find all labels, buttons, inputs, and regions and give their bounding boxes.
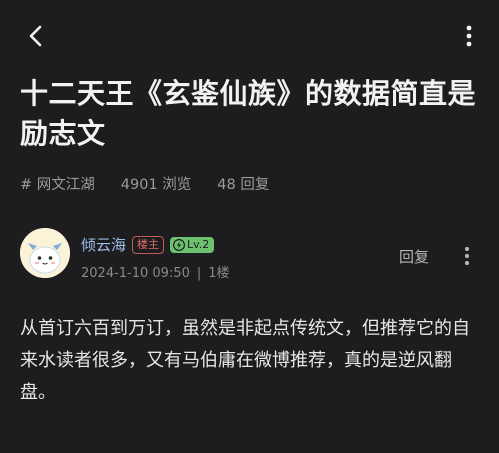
host-badge: 楼主 [132,235,165,254]
level-badge: Lv.2 [170,236,215,253]
reply-button[interactable]: 回复 [399,246,429,267]
cartoon-avatar-icon [20,228,70,278]
post-title: 十二天王《玄鉴仙族》的数据简直是励志文 [20,77,477,150]
post-more-button[interactable] [459,244,475,268]
floor-number: 1楼 [208,266,230,281]
top-bar [0,0,499,72]
avatar[interactable] [20,228,70,278]
reply-count: 48 回复 [217,177,270,193]
vertical-dots-icon [464,246,470,266]
info-separator: | [196,266,202,281]
post-info: 2024-1-10 09:50 | 1楼 [81,262,230,281]
more-options-button[interactable] [457,22,481,50]
topic-tag[interactable]: # 网文江湖 [20,173,95,194]
post-meta: # 网文江湖 4901 浏览 48 回复 [20,173,269,194]
view-count: 4901 浏览 [120,177,192,193]
vertical-dots-icon [466,25,472,47]
back-button[interactable] [22,22,50,50]
chevron-left-icon [29,25,42,47]
author-name[interactable]: 倾云海 [81,234,126,255]
lightning-icon [173,238,186,251]
post-date: 2024-1-10 09:50 [81,266,190,281]
author-row: 倾云海 楼主 Lv.2 2024-1-10 09:50 | 1楼 回复 [20,228,499,288]
author-name-row: 倾云海 楼主 Lv.2 [81,234,215,255]
post-content: 从首订六百到万订，虽然是非起点传统文，但推荐它的自来水读者很多，又有马伯庸在微博… [20,318,470,403]
level-label: Lv.2 [187,237,210,251]
